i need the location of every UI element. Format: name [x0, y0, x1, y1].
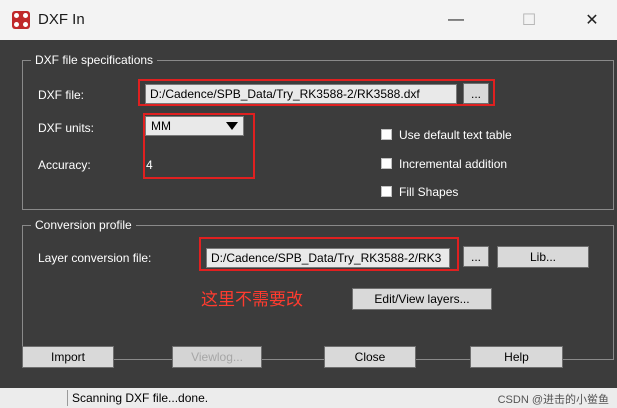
close-window-button[interactable]: ✕: [569, 0, 615, 40]
viewlog-button: Viewlog...: [172, 346, 262, 368]
dxf-units-label: DXF units:: [38, 121, 95, 135]
help-button[interactable]: Help: [470, 346, 563, 368]
incremental-addition-checkbox[interactable]: [381, 158, 392, 169]
import-button[interactable]: Import: [22, 346, 114, 368]
highlight-units-accuracy: [143, 113, 255, 179]
layer-conversion-label: Layer conversion file:: [38, 251, 152, 265]
fill-shapes-checkbox[interactable]: [381, 186, 392, 197]
close-button[interactable]: Close: [324, 346, 416, 368]
app-icon: [12, 11, 30, 29]
default-text-table-checkbox[interactable]: [381, 129, 392, 140]
status-text: Scanning DXF file...done.: [72, 391, 209, 405]
window-title: DXF In: [38, 11, 85, 28]
default-text-table-label: Use default text table: [399, 128, 512, 142]
watermark: CSDN @进击的小鲎鱼: [497, 394, 609, 406]
layer-file-browse-button[interactable]: ...: [463, 246, 489, 267]
highlight-dxf-file: [138, 79, 495, 106]
edit-view-layers-button[interactable]: Edit/View layers...: [352, 288, 492, 310]
status-bar: Scanning DXF file...done. CSDN @进击的小鲎鱼: [0, 388, 617, 408]
title-bar: DXF In — ☐ ✕: [0, 0, 617, 40]
dxf-specs-legend: DXF file specifications: [31, 53, 158, 67]
dialog-body: DXF file specifications DXF file: D:/Cad…: [0, 40, 617, 408]
fill-shapes-label: Fill Shapes: [399, 185, 459, 199]
highlight-layer-file: [199, 237, 459, 271]
lib-button[interactable]: Lib...: [497, 246, 589, 268]
conversion-profile-legend: Conversion profile: [31, 218, 136, 232]
status-separator: [67, 390, 68, 406]
annotation-note: 这里不需要改: [201, 290, 303, 309]
dxf-file-label: DXF file:: [38, 88, 85, 102]
incremental-addition-label: Incremental addition: [399, 157, 508, 171]
minimize-button[interactable]: —: [433, 0, 479, 40]
accuracy-label: Accuracy:: [38, 158, 91, 172]
maximize-button: ☐: [521, 12, 537, 29]
